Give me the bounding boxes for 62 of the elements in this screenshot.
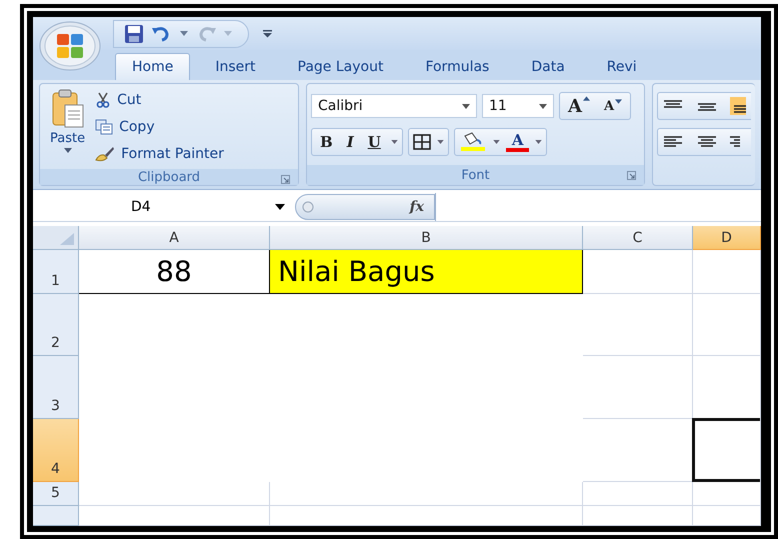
bold-button[interactable]: B [316, 133, 337, 151]
dialog-launcher-icon[interactable] [627, 171, 636, 180]
row-header[interactable]: 4 [33, 419, 79, 482]
dropdown-caret-icon [462, 104, 470, 108]
scissors-icon [95, 92, 112, 108]
table-cell [693, 250, 761, 294]
copy-button[interactable]: Copy [91, 114, 228, 139]
group-label: Clipboard [138, 170, 200, 184]
table-cell [693, 294, 761, 356]
clipboard-icon [50, 89, 85, 129]
dropdown-caret-icon [64, 148, 72, 153]
dropdown-caret-icon[interactable] [436, 140, 444, 144]
underline-button[interactable]: U [364, 133, 385, 151]
borders-icon[interactable] [412, 134, 431, 150]
table-cell: Nilai Bagus [270, 250, 583, 294]
ribbon-tab[interactable]: Home [115, 53, 190, 80]
circle-icon [302, 201, 314, 213]
align-left-icon[interactable] [662, 135, 684, 149]
align-center-icon[interactable] [696, 135, 718, 149]
up-caret-icon [582, 96, 590, 100]
dialog-launcher-icon[interactable] [281, 175, 290, 184]
font-color-button[interactable]: A [506, 132, 530, 152]
column-header[interactable]: B [270, 226, 583, 250]
dropdown-caret-icon[interactable] [390, 140, 398, 144]
grow-font-button[interactable]: A [564, 96, 594, 116]
shrink-font-button[interactable]: A [600, 98, 626, 114]
dropdown-caret-icon[interactable] [492, 140, 500, 144]
ribbon-tab[interactable]: Data [514, 53, 582, 80]
bottom-align-icon[interactable] [730, 97, 746, 115]
table-cell [693, 506, 761, 526]
group-label: Font [461, 168, 490, 182]
fill-color-icon[interactable] [458, 132, 487, 152]
paintbrush-icon [95, 146, 116, 162]
insert-function-button[interactable]: fx [295, 194, 435, 220]
font-name-field[interactable]: Calibri [311, 94, 477, 118]
name-box[interactable]: D4 [33, 193, 295, 221]
column-header[interactable]: A [79, 226, 270, 250]
ribbon-tab[interactable]: Insert [198, 53, 272, 80]
ribbon-tab[interactable]: Page Layout [280, 53, 400, 80]
save-icon[interactable] [124, 24, 144, 44]
paste-button[interactable]: Paste [44, 87, 92, 166]
dropdown-caret-icon [539, 104, 547, 108]
row-header[interactable]: 2 [33, 294, 79, 356]
copy-icon [95, 118, 114, 134]
triangle-icon [60, 233, 74, 245]
ribbon-tab[interactable]: Revi [590, 53, 654, 80]
align-right-icon[interactable] [730, 135, 740, 149]
dropdown-caret-icon[interactable] [180, 31, 188, 36]
dropdown-caret-icon[interactable] [535, 140, 542, 144]
italic-button[interactable]: I [342, 133, 358, 151]
customize-menu-icon[interactable] [263, 29, 272, 38]
cut-button[interactable]: Cut [91, 87, 228, 112]
row-header[interactable]: 5 [33, 482, 79, 506]
row-header[interactable]: 3 [33, 356, 79, 419]
font-size-field[interactable]: 11 [482, 94, 554, 118]
format-painter-button[interactable]: Format Painter [91, 141, 228, 166]
dropdown-caret-icon [275, 204, 285, 210]
column-header[interactable]: D [693, 226, 761, 250]
down-caret-icon [615, 98, 622, 104]
row-header[interactable]: 1 [33, 250, 79, 294]
column-header[interactable]: C [583, 226, 693, 250]
ribbon-tab[interactable]: Formulas [408, 53, 506, 80]
